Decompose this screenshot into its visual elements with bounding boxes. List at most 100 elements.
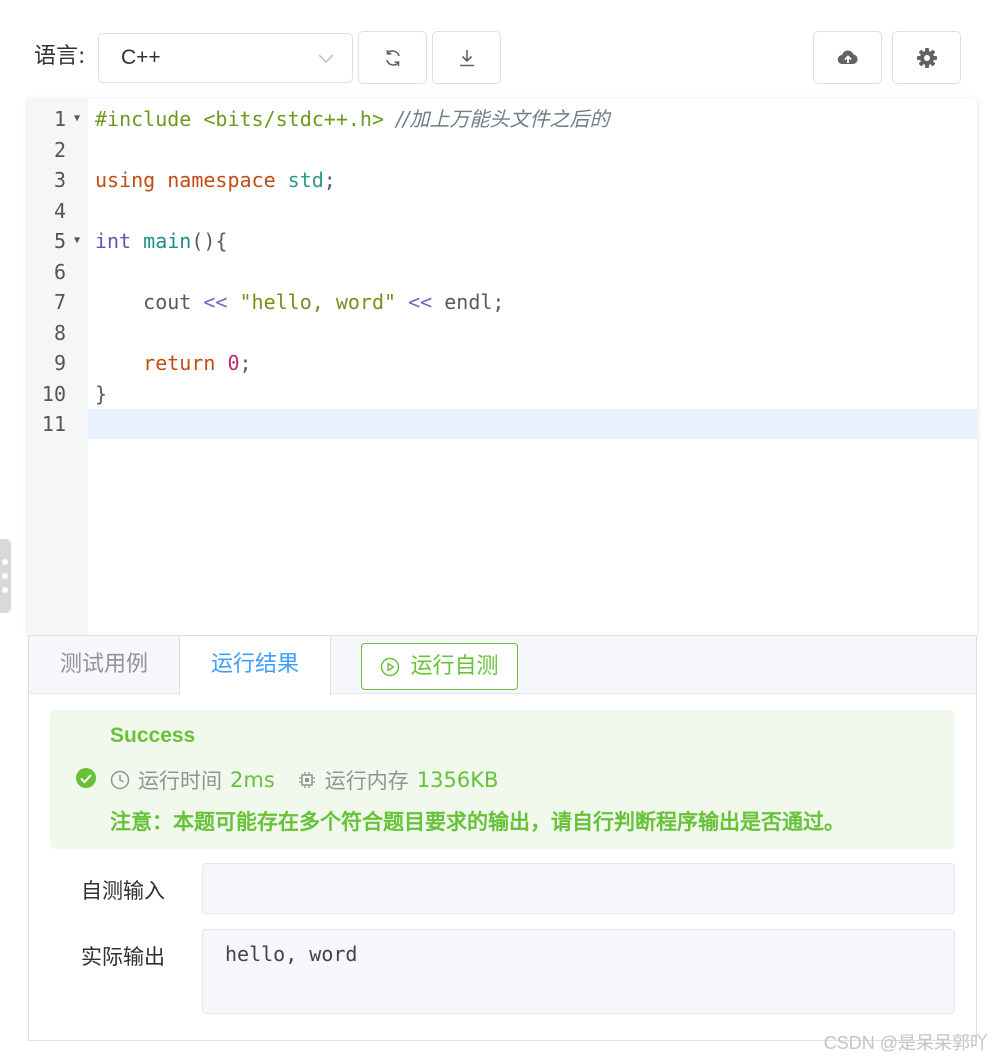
actual-output-label: 实际输出 <box>81 945 165 969</box>
code-line[interactable]: 2 <box>28 135 977 165</box>
line-number: 1 <box>53 107 66 131</box>
code-text: return 0; <box>88 348 977 378</box>
run-self-test-label: 运行自测 <box>410 654 499 679</box>
gear-icon <box>916 47 937 68</box>
code-token: //加上万能头文件之后的 <box>396 107 610 131</box>
result-status: Success <box>110 724 196 747</box>
code-text: int main(){ <box>88 226 977 256</box>
code-token: ; <box>239 351 252 375</box>
handle-dot <box>2 559 8 565</box>
code-line[interactable]: 6 <box>28 257 977 287</box>
result-alert: Success 运行时间 2ms 运行内存 1356KB 注意：本题可能存在多个… <box>50 710 955 849</box>
code-text: #include <bits/stdc++.h> //加上万能头文件之后的 <box>88 104 977 134</box>
code-line[interactable]: 7 cout << "hello, word" << endl; <box>28 287 977 317</box>
code-line[interactable]: 9 return 0; <box>28 348 977 378</box>
success-check-icon <box>76 768 96 788</box>
code-line[interactable]: 5 ▼ int main(){ <box>28 226 977 256</box>
code-token: (){ <box>191 229 228 253</box>
actual-output-value: hello, word <box>225 942 358 966</box>
cloud-upload-icon <box>837 49 858 64</box>
language-select-value: C++ <box>121 46 161 69</box>
code-token: "hello, word" <box>239 290 397 314</box>
code-text <box>88 409 977 439</box>
code-token: << <box>408 290 433 314</box>
self-test-input-field[interactable] <box>202 863 955 914</box>
code-token: using namespace <box>95 168 276 192</box>
result-panel: 测试用例 运行结果 运行自测 Success 运行时间 2ms 运行内存 135… <box>28 635 977 1041</box>
code-line[interactable]: 4 <box>28 196 977 226</box>
code-line[interactable]: 11 <box>28 409 977 439</box>
result-tabs: 测试用例 运行结果 运行自测 <box>29 636 976 695</box>
code-token: << <box>203 290 228 314</box>
clock-icon <box>110 770 130 790</box>
code-token: #include <bits/stdc++.h> <box>95 107 384 131</box>
reset-code-button[interactable] <box>358 31 427 84</box>
chevron-down-icon <box>318 54 334 64</box>
cpu-icon <box>298 772 315 788</box>
run-memory-label: 运行内存 <box>324 769 409 793</box>
code-line[interactable]: 8 <box>28 318 977 348</box>
play-circle-icon <box>381 657 400 676</box>
line-number: 8 <box>53 320 66 345</box>
code-editor[interactable]: 1 ▼ #include <bits/stdc++.h> //加上万能头文件之后的 2… <box>28 99 977 635</box>
line-number: 3 <box>53 168 66 192</box>
self-test-input-label: 自测输入 <box>81 879 165 903</box>
code-token: int <box>95 229 132 253</box>
run-memory-value: 1356KB <box>416 768 499 792</box>
line-number: 10 <box>41 381 66 406</box>
tab-run-result[interactable]: 运行结果 <box>179 636 331 695</box>
code-token: ; <box>323 168 336 192</box>
line-number: 6 <box>53 259 66 284</box>
code-text: } <box>88 379 977 409</box>
code-token: } <box>95 381 108 406</box>
resize-handle[interactable] <box>0 539 11 613</box>
code-token: endl; <box>432 290 505 314</box>
run-time-value: 2ms <box>230 768 275 792</box>
code-token: 0 <box>227 351 240 375</box>
code-token: main <box>143 229 192 253</box>
line-number: 7 <box>53 290 66 314</box>
handle-dot <box>2 573 8 579</box>
line-number: 4 <box>53 198 66 223</box>
fold-toggle-icon[interactable]: ▼ <box>74 104 80 134</box>
run-self-test-button[interactable]: 运行自测 <box>361 643 518 690</box>
code-line[interactable]: 10} <box>28 379 977 409</box>
code-token: return <box>143 351 216 375</box>
download-code-button[interactable] <box>432 31 501 84</box>
settings-button[interactable] <box>892 31 961 84</box>
fold-toggle-icon[interactable]: ▼ <box>74 226 80 256</box>
tab-test-cases[interactable]: 测试用例 <box>29 636 179 695</box>
upload-button[interactable] <box>813 31 882 84</box>
result-note: 注意：本题可能存在多个符合题目要求的输出，请自行判断程序输出是否通过。 <box>110 810 845 834</box>
watermark: CSDN @是呆呆郭吖 <box>823 1033 988 1053</box>
line-number: 5 <box>53 229 66 253</box>
code-line[interactable]: 1 ▼ #include <bits/stdc++.h> //加上万能头文件之后的 <box>28 104 977 134</box>
result-metrics: 运行时间 2ms 运行内存 1356KB <box>110 765 498 795</box>
code-token: cout <box>95 290 204 314</box>
refresh-icon <box>385 49 400 66</box>
handle-dot <box>2 587 8 593</box>
download-icon <box>459 49 474 66</box>
code-text: using namespace std; <box>88 165 977 195</box>
line-number: 11 <box>41 412 66 436</box>
language-label: 语言: <box>34 44 86 69</box>
line-number: 2 <box>53 137 66 162</box>
code-token: std <box>287 168 324 192</box>
code-line[interactable]: 3 using namespace std; <box>28 165 977 195</box>
language-select[interactable]: C++ <box>98 33 353 83</box>
code-text: cout << "hello, word" << endl; <box>88 287 977 317</box>
run-time-label: 运行时间 <box>138 769 222 793</box>
actual-output-field: hello, word <box>202 929 955 1014</box>
line-number: 9 <box>53 351 66 375</box>
